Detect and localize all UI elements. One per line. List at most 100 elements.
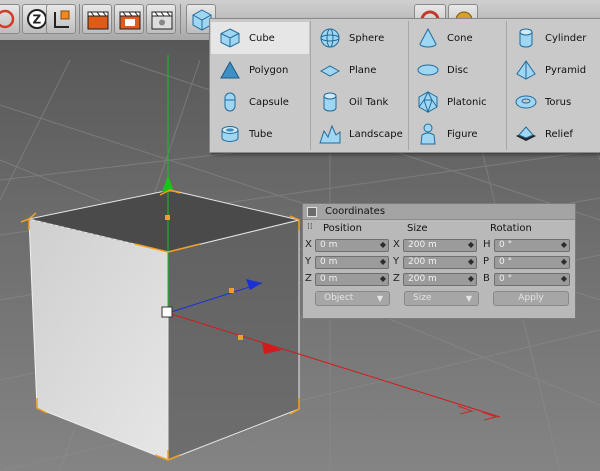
clapper-settings-icon [151,11,173,30]
field-value: 0 ° [499,240,513,250]
menu-item-label: Cylinder [545,32,587,44]
menu-item-label: Plane [349,64,377,76]
cylinder-icon [519,28,533,48]
spinner-icon[interactable]: ◆ [380,239,386,250]
menu-column-1: Cube Polygon Capsule Tube [211,22,309,150]
toolbar-separator [180,4,181,34]
coordinate-mode-dropdown[interactable]: Object ▼ [315,291,390,306]
figure-icon [420,123,436,145]
menu-item-pyramid[interactable]: Pyramid [507,54,600,86]
field-value: 0 m [320,274,338,284]
plane-icon [319,65,341,77]
position-axis-label: Z [305,273,312,284]
rotation-axis-label: B [483,273,490,284]
apply-button[interactable]: Apply [493,291,569,306]
rotation-axis-label: H [483,239,491,250]
spinner-icon[interactable]: ◆ [561,239,567,250]
coordinates-row: Z 0 m ◆ Z 200 m ◆ B 0 ° ◆ [303,271,575,288]
z-axis-point-handle[interactable] [229,288,234,293]
coordinates-row: Y 0 m ◆ Y 200 m ◆ P 0 ° ◆ [303,254,575,271]
rotate-icon [0,9,15,29]
coordinates-title-bar[interactable]: Coordinates [303,204,575,220]
spinner-icon[interactable]: ◆ [380,256,386,267]
render-picture-viewer-button[interactable] [114,4,144,34]
position-z-field[interactable]: 0 m ◆ [315,273,389,286]
coordinates-header-row: ⁞⁞ Position Size Rotation [303,220,575,237]
render-view-button[interactable] [82,4,112,34]
y-axis-point-handle[interactable] [165,215,170,220]
position-axis-label: X [305,239,312,250]
chevron-down-icon: ▼ [465,294,472,303]
chevron-down-icon: ▼ [376,294,383,303]
x-axis-point-handle[interactable] [238,335,243,340]
menu-item-relief[interactable]: Relief [507,118,600,150]
menu-item-label: Oil Tank [349,96,389,108]
menu-item-label: Torus [545,96,572,108]
sphere-icon [320,28,340,48]
oil-tank-icon [323,92,337,112]
menu-item-cone[interactable]: Cone [409,22,507,54]
menu-item-label: Figure [447,128,478,140]
spinner-icon[interactable]: ◆ [561,256,567,267]
rotation-axis-label: P [483,256,490,267]
size-y-field[interactable]: 200 m ◆ [403,256,477,269]
coordinate-system-button[interactable] [46,4,76,34]
menu-item-label: Relief [545,128,573,140]
rotate-tool-button[interactable] [0,4,20,34]
menu-item-label: Capsule [249,96,289,108]
spinner-icon[interactable]: ◆ [380,273,386,284]
coordinates-row: X 0 m ◆ X 200 m ◆ H 0 ° ◆ [303,237,575,254]
spinner-icon[interactable]: ◆ [468,239,474,250]
rotation-h-field[interactable]: 0 ° ◆ [494,239,570,252]
spinner-icon[interactable]: ◆ [561,273,567,284]
clapper-picture-icon [119,11,141,30]
polygon-icon [220,60,240,79]
coordinates-controls-row: Object ▼ Size ▼ Apply [303,288,575,310]
menu-item-landscape[interactable]: Landscape [311,118,409,150]
relief-icon [516,126,536,141]
size-mode-dropdown[interactable]: Size ▼ [404,291,479,306]
size-header: Size [407,223,428,234]
menu-item-capsule[interactable]: Capsule [211,86,309,118]
menu-item-polygon[interactable]: Polygon [211,54,309,86]
size-axis-label: X [393,239,400,250]
menu-item-torus[interactable]: Torus [507,86,600,118]
svg-text:Z: Z [33,13,42,27]
rotation-p-field[interactable]: 0 ° ◆ [494,256,570,269]
menu-item-oil-tank[interactable]: Oil Tank [311,86,409,118]
menu-item-sphere[interactable]: Sphere [311,22,409,54]
panel-grip-icon[interactable] [307,206,317,217]
coordinates-title: Coordinates [325,206,386,217]
menu-item-figure[interactable]: Figure [409,118,507,150]
toolbar-separator [79,4,80,34]
menu-item-tube[interactable]: Tube [211,118,309,150]
field-value: 200 m [408,240,437,250]
dotted-grip-icon: ⁞⁞ [307,222,313,232]
menu-item-plane[interactable]: Plane [311,54,409,86]
rotation-b-field[interactable]: 0 ° ◆ [494,273,570,286]
menu-item-label: Cube [249,32,275,44]
menu-column-2: Sphere Plane Oil Tank Landscape [311,22,409,150]
spinner-icon[interactable]: ◆ [468,256,474,267]
position-x-field[interactable]: 0 m ◆ [315,239,389,252]
render-settings-button[interactable] [146,4,176,34]
menu-item-disc[interactable]: Disc [409,54,507,86]
menu-item-label: Landscape [349,128,403,140]
object-origin-handle[interactable] [161,306,173,318]
size-axis-label: Y [393,256,400,267]
field-value: 200 m [408,257,437,267]
size-z-field[interactable]: 200 m ◆ [403,273,477,286]
clapper-icon [87,11,109,30]
disc-icon [417,64,439,76]
field-value: 0 m [320,240,338,250]
spinner-icon[interactable]: ◆ [468,273,474,284]
size-x-field[interactable]: 200 m ◆ [403,239,477,252]
cone-icon [419,27,437,48]
position-y-field[interactable]: 0 m ◆ [315,256,389,269]
menu-item-platonic[interactable]: Platonic [409,86,507,118]
menu-item-cube[interactable]: Cube [211,22,309,54]
position-header: Position [323,223,362,234]
menu-item-cylinder[interactable]: Cylinder [507,22,600,54]
landscape-icon [319,124,341,144]
menu-column-4: Cylinder Pyramid Torus Relief [507,22,600,150]
